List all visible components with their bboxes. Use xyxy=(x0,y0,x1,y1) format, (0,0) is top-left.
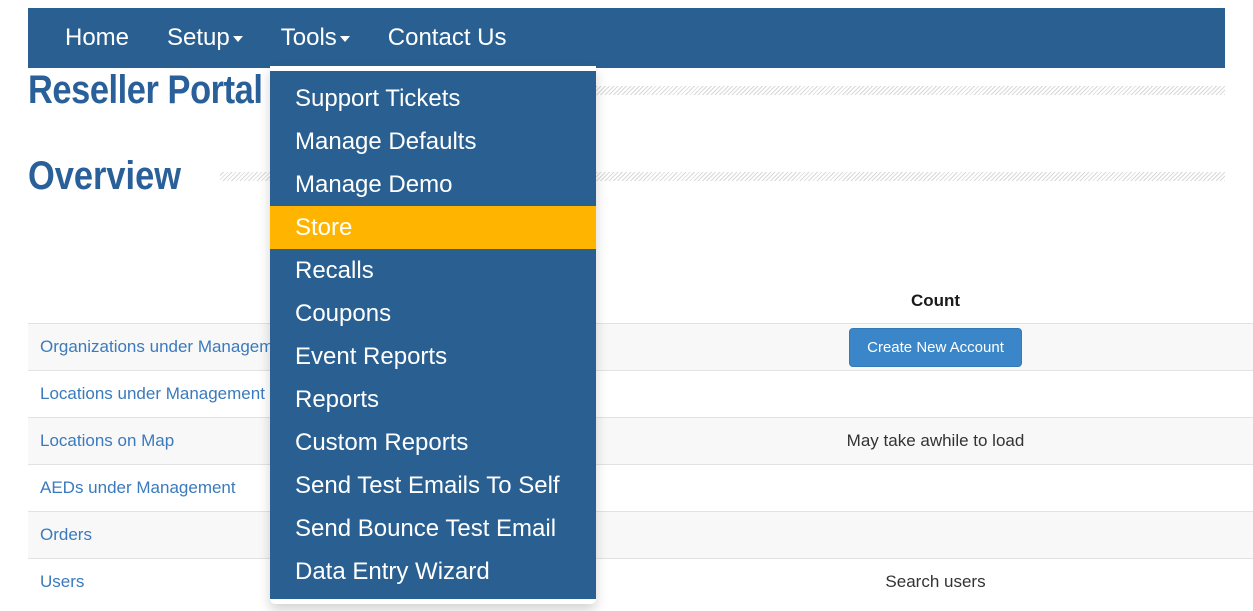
table-row: Locations on Map May take awhile to load xyxy=(28,417,1253,465)
nav-item-home[interactable]: Home xyxy=(46,8,148,68)
table-cell-count xyxy=(614,370,1253,418)
table-cell-count xyxy=(614,511,1253,559)
overview-table-wrapper: Name Count Organizations under Managemen… xyxy=(28,285,1253,605)
nav-item-label: Contact Us xyxy=(387,24,507,51)
section-title-row: Overview xyxy=(28,154,1225,199)
count-note: May take awhile to load xyxy=(846,431,1025,450)
table-cell-count xyxy=(614,464,1253,512)
dropdown-item-reports[interactable]: Reports xyxy=(270,378,596,421)
nav-item-label: Tools xyxy=(280,24,337,51)
dropdown-item-manage-defaults[interactable]: Manage Defaults xyxy=(270,120,596,163)
nav-item-setup[interactable]: Setup xyxy=(148,8,262,68)
dropdown-item-data-entry-wizard[interactable]: Data Entry Wizard xyxy=(270,550,596,593)
row-link-organizations-under-management[interactable]: Organizations under Management xyxy=(40,337,297,356)
create-new-account-button[interactable]: Create New Account xyxy=(849,327,1022,367)
table-cell-count: Create New Account xyxy=(614,323,1253,371)
dropdown-item-store[interactable]: Store xyxy=(270,206,596,249)
nav-list: Home Setup Tools Contact Us xyxy=(28,8,1225,68)
dropdown-item-send-bounce-test-email[interactable]: Send Bounce Test Email xyxy=(270,507,596,550)
nav-item-contact-us[interactable]: Contact Us xyxy=(369,8,526,68)
main-navbar: Home Setup Tools Contact Us xyxy=(28,8,1225,68)
dropdown-item-event-reports[interactable]: Event Reports xyxy=(270,335,596,378)
dropdown-item-recalls[interactable]: Recalls xyxy=(270,249,596,292)
tools-dropdown-inner: Support Tickets Manage Defaults Manage Dem… xyxy=(270,71,596,599)
chevron-down-icon xyxy=(339,36,350,42)
dropdown-item-coupons[interactable]: Coupons xyxy=(270,292,596,335)
table-row: Locations under Management xyxy=(28,370,1253,418)
table-cell-count: May take awhile to load xyxy=(614,417,1253,465)
row-link-users[interactable]: Users xyxy=(40,572,84,591)
nav-item-label: Setup xyxy=(167,24,230,51)
table-row: Orders xyxy=(28,511,1253,559)
row-link-aeds-under-management[interactable]: AEDs under Management xyxy=(40,478,236,497)
table-row: AEDs under Management xyxy=(28,464,1253,512)
dropdown-item-support-tickets[interactable]: Support Tickets xyxy=(270,77,596,120)
count-note: Search users xyxy=(885,572,986,591)
dropdown-item-send-test-emails-to-self[interactable]: Send Test Emails To Self xyxy=(270,464,596,507)
table-header-row: Name Count xyxy=(28,285,1253,324)
dropdown-item-manage-demo[interactable]: Manage Demo xyxy=(270,163,596,206)
table-head: Name Count xyxy=(28,285,1253,324)
column-header-count: Count xyxy=(910,291,961,310)
table-row: Organizations under Management Create New… xyxy=(28,323,1253,371)
row-link-locations-under-management[interactable]: Locations under Management xyxy=(40,384,265,403)
page-title-row: Reseller Portal for xyxy=(28,68,1225,113)
overview-table: Name Count Organizations under Managemen… xyxy=(28,285,1253,605)
row-link-locations-on-map[interactable]: Locations on Map xyxy=(40,431,174,450)
row-link-orders[interactable]: Orders xyxy=(40,525,92,544)
table-cell-count: Search users xyxy=(614,558,1253,605)
nav-item-label: Home xyxy=(65,24,130,51)
tools-dropdown-menu[interactable]: Support Tickets Manage Defaults Manage Dem… xyxy=(270,66,596,604)
dropdown-item-custom-reports[interactable]: Custom Reports xyxy=(270,421,596,464)
chevron-down-icon xyxy=(232,36,243,42)
nav-item-tools[interactable]: Tools xyxy=(262,8,369,68)
table-row: Users Search users xyxy=(28,558,1253,605)
table-body: Organizations under Management Create New… xyxy=(28,323,1253,605)
section-title: Overview xyxy=(28,154,181,198)
